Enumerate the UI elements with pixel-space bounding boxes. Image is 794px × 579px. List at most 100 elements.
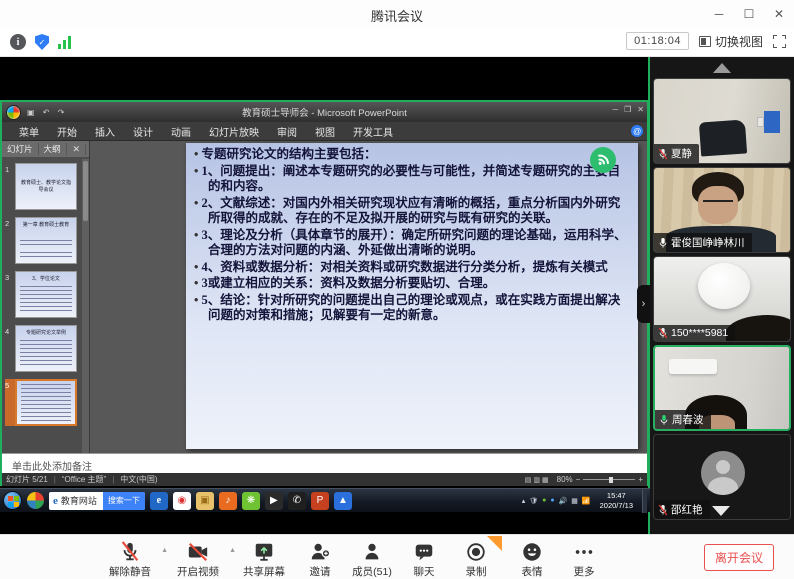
ppt-ribbon-tabs: 菜单 开始 插入 设计 动画 幻灯片放映 审阅 视图 开发工具 <box>2 122 647 141</box>
scroll-up-arrow[interactable] <box>713 63 731 73</box>
more-button[interactable]: 更多 <box>560 539 608 579</box>
pinwheel-app-icon[interactable] <box>27 492 44 509</box>
security-shield-icon[interactable]: ✓ <box>35 34 49 50</box>
participant-name: 周春波 <box>672 412 704 427</box>
orange-app-icon[interactable]: ♪ <box>219 492 237 510</box>
show-desktop-button[interactable] <box>642 489 647 513</box>
view-mode-icons[interactable]: ▤▥▦ <box>525 476 551 484</box>
ribbon-tab-design[interactable]: 设计 <box>124 124 162 139</box>
start-video-button[interactable]: 开启视频 ▲ <box>164 539 232 579</box>
emoji-icon <box>521 541 543 563</box>
start-button[interactable] <box>3 491 22 510</box>
record-button[interactable]: 录制 <box>448 539 504 579</box>
ribbon-tab-review[interactable]: 审阅 <box>268 124 306 139</box>
slide-thumbnail-5-selected[interactable]: 5 <box>5 379 82 426</box>
layout-icon <box>699 36 711 47</box>
members-button[interactable]: 成员(51) <box>344 539 400 579</box>
participant-tile-1[interactable]: 夏静 <box>653 78 791 164</box>
current-slide[interactable]: 专题研究论文的结构主要包括： 1、问题提出：阐述本专题研究的必要性与可能性，并简… <box>186 143 638 449</box>
search-button[interactable]: 搜索一下 <box>103 492 145 510</box>
close-button[interactable]: ✕ <box>764 0 794 28</box>
main-area: ▣ ↶ ↷ 教育硕士导师会 - Microsoft PowerPoint ─ ❐… <box>0 57 794 534</box>
language-indicator: 中文(中国) <box>120 474 157 485</box>
slide-indicator: 幻灯片 5/21 <box>6 474 48 485</box>
emoji-button[interactable]: 表情 <box>504 539 560 579</box>
invite-button[interactable]: 邀请 <box>296 539 344 579</box>
ribbon-tab-view[interactable]: 视图 <box>306 124 344 139</box>
panel-close-icon[interactable]: ✕ <box>67 144 86 155</box>
fullscreen-icon[interactable] <box>773 35 786 48</box>
ppt-maximize-button[interactable]: ❐ <box>624 105 631 114</box>
tab-outline[interactable]: 大纲 <box>39 143 67 155</box>
mic-active-icon <box>659 414 669 426</box>
notes-placeholder[interactable]: 单击此处添加备注 <box>2 453 647 473</box>
phone-app-icon[interactable]: ✆ <box>288 492 306 510</box>
slides-panel: 幻灯片 大纲 ✕ 1 教育硕士、教学论文指导会议 2 第一章 教育硕士教育 <box>2 141 90 453</box>
promo-badge <box>487 536 502 551</box>
mic-muted-icon <box>658 148 668 160</box>
invite-icon <box>309 541 331 563</box>
mic-muted-icon <box>658 327 668 339</box>
theme-name: “Office 主题” <box>62 474 106 485</box>
windows-taskbar: e 教育网站 搜索一下 e ◉ ▣ ♪ ❋ ▶ ✆ P ▲ ▴🛡●●🔊▦📶 15… <box>0 488 650 512</box>
mic-muted-icon <box>658 504 668 516</box>
leave-meeting-button[interactable]: 离开会议 <box>704 544 774 571</box>
thumbnails-scrollbar[interactable] <box>82 159 89 453</box>
search-text[interactable]: 教育网站 <box>61 494 97 507</box>
taskbar-search-box[interactable]: e 教育网站 搜索一下 <box>49 492 145 510</box>
zoom-slider[interactable] <box>583 479 635 480</box>
ribbon-tab-home[interactable]: 开始 <box>48 124 86 139</box>
ppt-close-button[interactable]: ✕ <box>637 105 644 114</box>
slide-thumbnail-3[interactable]: 3 3、学位论文 <box>5 271 82 318</box>
slide-thumbnail-2[interactable]: 2 第一章 教育硕士教育 <box>5 217 82 264</box>
window-titlebar: 腾讯会议 ─ ☐ ✕ <box>0 0 794 28</box>
meeting-app-icon[interactable]: ▲ <box>334 492 352 510</box>
zoom-out-icon[interactable]: − <box>576 475 581 484</box>
more-icon <box>573 541 595 563</box>
ppt-titlebar: ▣ ↶ ↷ 教育硕士导师会 - Microsoft PowerPoint ─ ❐… <box>2 102 647 122</box>
folder-icon[interactable]: ▣ <box>196 492 214 510</box>
browser-e-icon: e <box>53 495 58 507</box>
meeting-control-bar: 解除静音 ▲ 开启视频 ▲ 共享屏幕 邀请 成员(51) <box>0 534 794 579</box>
participant-tile-2[interactable]: 霍俊国峥峥林川 <box>653 167 791 253</box>
ribbon-tab-insert[interactable]: 插入 <box>86 124 124 139</box>
share-screen-icon <box>253 541 275 563</box>
tab-slides[interactable]: 幻灯片 <box>2 143 39 155</box>
share-screen-button[interactable]: 共享屏幕 <box>232 539 296 579</box>
ribbon-tab-developer[interactable]: 开发工具 <box>344 124 402 139</box>
meeting-toolbar: i ✓ 01:18:04 切换视图 <box>0 28 794 57</box>
browser-circles-icon[interactable]: ◉ <box>173 492 191 510</box>
ppt-status-bar: 幻灯片 5/21 | “Office 主题” | 中文(中国) ▤▥▦ 80% … <box>2 473 647 486</box>
ie-icon[interactable]: e <box>150 492 168 510</box>
zoom-in-icon[interactable]: + <box>638 475 643 484</box>
ribbon-tab-menu[interactable]: 菜单 <box>10 124 48 139</box>
minimize-button[interactable]: ─ <box>704 0 734 28</box>
participant-tile-3[interactable]: 150****5981 <box>653 256 791 342</box>
green-app-icon[interactable]: ❋ <box>242 492 260 510</box>
ppt-minimize-button[interactable]: ─ <box>612 105 618 114</box>
slide-thumbnail-1[interactable]: 1 教育硕士、教学论文指导会议 <box>5 163 82 210</box>
chat-button[interactable]: 聊天 <box>400 539 448 579</box>
shared-screen-area: ▣ ↶ ↷ 教育硕士导师会 - Microsoft PowerPoint ─ ❐… <box>0 57 650 534</box>
meeting-info-icon[interactable]: i <box>10 34 26 50</box>
unmute-button[interactable]: 解除静音 ▲ <box>96 539 164 579</box>
slide-thumbnail-4[interactable]: 4 专题研究论文举例 <box>5 325 82 372</box>
system-tray[interactable]: ▴🛡●●🔊▦📶 <box>522 497 591 505</box>
chat-icon <box>413 541 435 563</box>
tencent-meeting-window: 腾讯会议 ─ ☐ ✕ i ✓ 01:18:04 切换视图 <box>0 0 794 579</box>
ribbon-tab-slideshow[interactable]: 幻灯片放映 <box>200 124 268 139</box>
record-icon <box>465 541 487 563</box>
taskbar-clock[interactable]: 15:47 2020/7/13 <box>596 491 637 511</box>
powerpoint-icon[interactable]: P <box>311 492 329 510</box>
participant-name: 夏静 <box>671 146 692 161</box>
scroll-down-arrow[interactable] <box>712 506 730 516</box>
participant-tile-4-speaking[interactable]: 周春波 <box>653 345 791 431</box>
switch-view-button[interactable]: 切换视图 <box>699 33 763 50</box>
network-signal-icon[interactable] <box>58 36 71 49</box>
maximize-button[interactable]: ☐ <box>734 0 764 28</box>
help-icon[interactable] <box>631 125 643 137</box>
sidebar-collapse-arrow[interactable]: › <box>637 285 650 323</box>
ribbon-tab-animation[interactable]: 动画 <box>162 124 200 139</box>
video-app-icon[interactable]: ▶ <box>265 492 283 510</box>
members-icon <box>361 541 383 563</box>
